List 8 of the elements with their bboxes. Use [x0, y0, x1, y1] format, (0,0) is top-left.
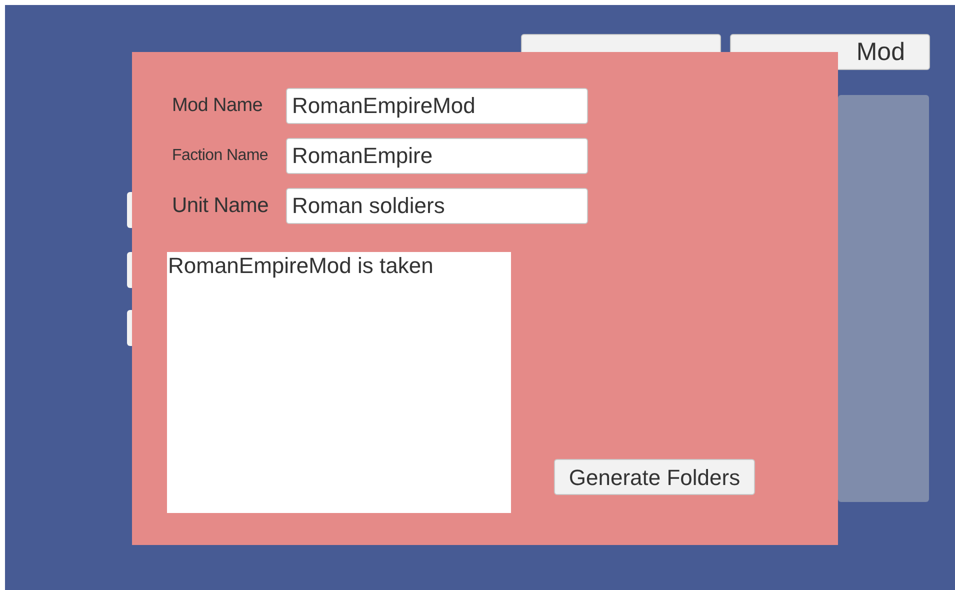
- text-field[interactable]: RomanEmpireMod: [286, 88, 588, 124]
- field-label: Faction Name: [171, 146, 269, 166]
- message-box: RomanEmpireMod is taken: [167, 252, 511, 513]
- text-field[interactable]: RomanEmpire: [286, 138, 588, 174]
- field-label: Unit Name: [171, 193, 270, 220]
- field-label: Mod Name: [171, 94, 264, 118]
- generate-folders-button[interactable]: Generate Folders: [554, 459, 755, 495]
- text-field[interactable]: Roman soldiers: [286, 188, 588, 224]
